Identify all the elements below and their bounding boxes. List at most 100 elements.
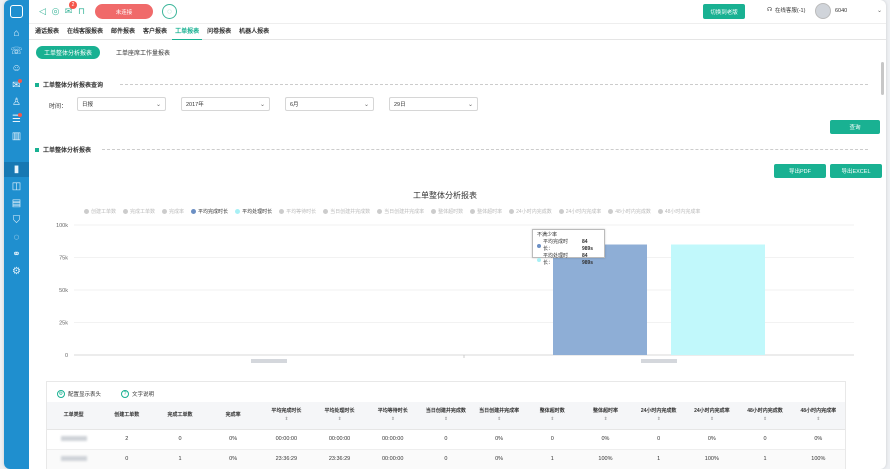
tooltip-row: 平均处理时长： 84 989s [537, 253, 600, 267]
divider [120, 84, 868, 85]
chat-circle-icon[interactable]: ◌ [162, 4, 177, 19]
legend-item[interactable]: 当日创建并完成率 [377, 208, 424, 215]
chat-icon[interactable]: ☺ [9, 61, 24, 76]
table-cell: 23:36:29 [312, 449, 367, 469]
mail-icon[interactable]: ✉ [9, 78, 24, 93]
column-header[interactable]: 24小时内完成数 ⇕ [632, 402, 686, 430]
table-cell: 1 [738, 449, 792, 469]
table-cell: 00:00:00 [366, 429, 420, 450]
column-header[interactable]: 工单类型 [47, 402, 101, 430]
scrollbar[interactable] [881, 62, 884, 95]
year-select[interactable]: 2017年 ⌄ [181, 97, 270, 111]
tab-online-report[interactable]: 在线客服报表 [64, 24, 106, 40]
book-icon[interactable]: ▥ [9, 129, 24, 144]
ticket-icon[interactable]: ☰ [9, 112, 24, 127]
chevron-down-icon: ⌄ [363, 102, 369, 108]
tooltip-title: 不满少率 [537, 232, 558, 238]
switch-version-button[interactable]: 切换到老版 [703, 4, 745, 19]
tab-mail-report[interactable]: 邮件报表 [108, 24, 138, 40]
chevron-down-icon: ⌄ [259, 102, 265, 108]
avatar[interactable] [815, 3, 831, 19]
y-tick-label: 25k [59, 321, 68, 327]
gear-icon: ⚙ [57, 390, 65, 398]
status-button[interactable]: 未连接 [95, 4, 153, 19]
table-cell: 1 [632, 449, 686, 469]
legend-item[interactable]: 24小时内完成率 [558, 208, 601, 215]
search-button[interactable]: 查询 [830, 120, 880, 134]
table-cell: 0 [153, 429, 207, 450]
tab-robot-report[interactable]: 机器人报表 [236, 24, 272, 40]
help-text-button[interactable]: ? 文字说明 [121, 390, 154, 398]
table-cell: 0 [738, 429, 792, 450]
chevron-down-icon: ⌄ [467, 102, 473, 108]
legend-dot [377, 209, 383, 214]
column-header[interactable]: 完成工单数 [153, 402, 207, 430]
legend-item[interactable]: 创建工单数 [84, 208, 116, 215]
tab-call-report[interactable]: 通话报表 [32, 24, 62, 40]
legend-item[interactable]: 完成工单数 [123, 208, 155, 215]
lock-icon[interactable]: ⊓ [76, 6, 87, 17]
column-header[interactable]: 48小时内完成率 ⇕ [791, 402, 845, 430]
legend-item[interactable]: 平均完成时长 [191, 208, 228, 215]
ticket-type-cell [47, 429, 101, 450]
legend-item[interactable]: 整体超时率 [470, 208, 502, 215]
link-icon[interactable]: ⚭ [9, 247, 24, 262]
x-category-label [251, 359, 287, 363]
phone-icon[interactable]: ☏ [9, 44, 24, 59]
column-header[interactable]: 当日创建并完成率 ⇕ [472, 402, 526, 430]
column-header[interactable]: 创建工单数 [100, 402, 154, 430]
message-icon[interactable]: ◌ [9, 230, 24, 245]
export-pdf-button[interactable]: 导出PDF [774, 164, 826, 178]
time-label: 时间： [49, 104, 68, 110]
sort-icon: ⇕ [390, 416, 395, 422]
column-header[interactable]: 平均等待时长 ⇕ [366, 402, 420, 430]
legend-dot [162, 209, 168, 214]
legend-item[interactable]: 平均等待时长 [279, 208, 316, 215]
subtab-overall-analysis[interactable]: 工单整体分析报表 [36, 46, 101, 59]
month-select[interactable]: 6月 ⌄ [285, 97, 374, 111]
column-header[interactable]: 整体超时数 ⇕ [525, 402, 579, 430]
report-nav-tabs: 通话报表 在线客服报表 邮件报表 客户报表 工单报表 问卷报表 机器人报表 [29, 24, 886, 40]
online-service[interactable]: ☊ 在线客服(-1) [767, 6, 805, 14]
divider [102, 149, 868, 150]
tab-customer-report[interactable]: 客户报表 [140, 24, 170, 40]
report-icon[interactable]: ▮ [4, 162, 29, 177]
speaker-icon[interactable]: ◁ [37, 6, 48, 17]
export-excel-button[interactable]: 导出EXCEL [830, 164, 882, 178]
legend-item[interactable]: 48小时内完成率 [657, 208, 700, 215]
contacts-icon[interactable]: ♙ [9, 95, 24, 110]
table-cell: 23:36:29 [259, 449, 313, 469]
column-header[interactable]: 平均处理时长 ⇕ [312, 402, 367, 430]
config-columns-button[interactable]: ⚙ 配置显示表头 [57, 390, 101, 398]
column-header[interactable]: 平均完成时长 ⇕ [259, 402, 313, 430]
subtab-agent-workload[interactable]: 工单座席工作量报表 [108, 46, 178, 59]
column-header[interactable]: 整体超时率 ⇕ [578, 402, 633, 430]
y-tick-label: 75k [59, 256, 68, 262]
legend-item[interactable]: 48小时内完成数 [608, 208, 651, 215]
column-header[interactable]: 24小时内完成率 ⇕ [685, 402, 739, 430]
legend-item[interactable]: 完成率 [162, 208, 184, 215]
x-category-label [641, 359, 677, 363]
table-cell: 1 [153, 449, 207, 469]
day-select[interactable]: 29日 ⌄ [389, 97, 478, 111]
home-icon[interactable]: ⌂ [9, 26, 24, 41]
legend-dot [431, 209, 437, 214]
column-header[interactable]: 完成率 [206, 402, 260, 430]
report-table-panel: ⚙ 配置显示表头 ? 文字说明 工单类型 创建工单数 完成工单数 完成率 平均完成时长 ⇕ 平均… [46, 381, 846, 469]
legend-item[interactable]: 整体超时数 [431, 208, 463, 215]
tab-survey-report[interactable]: 问卷报表 [204, 24, 234, 40]
sort-icon: ⇕ [656, 416, 661, 422]
report-section-title: 工单整体分析报表 [35, 145, 91, 154]
gear-icon[interactable]: ⚙ [9, 264, 24, 279]
legend-item[interactable]: 24小时内完成数 [509, 208, 552, 215]
legend-item[interactable]: 平均处理时长 [235, 208, 272, 215]
column-header[interactable]: 当日创建并完成数 ⇕ [419, 402, 473, 430]
period-select[interactable]: 日报 ⌄ [77, 97, 166, 111]
chat-bubble-icon[interactable]: ◎ [50, 6, 61, 17]
shield-icon[interactable]: ⛉ [9, 213, 24, 228]
column-header[interactable]: 48小时内完成数 ⇕ [738, 402, 792, 430]
tab-ticket-report[interactable]: 工单报表 [172, 24, 203, 40]
sort-icon: ⇕ [709, 416, 714, 422]
legend-item[interactable]: 当日创建并完成数 [323, 208, 370, 215]
chevron-down-icon[interactable]: ⌄ [877, 7, 882, 14]
